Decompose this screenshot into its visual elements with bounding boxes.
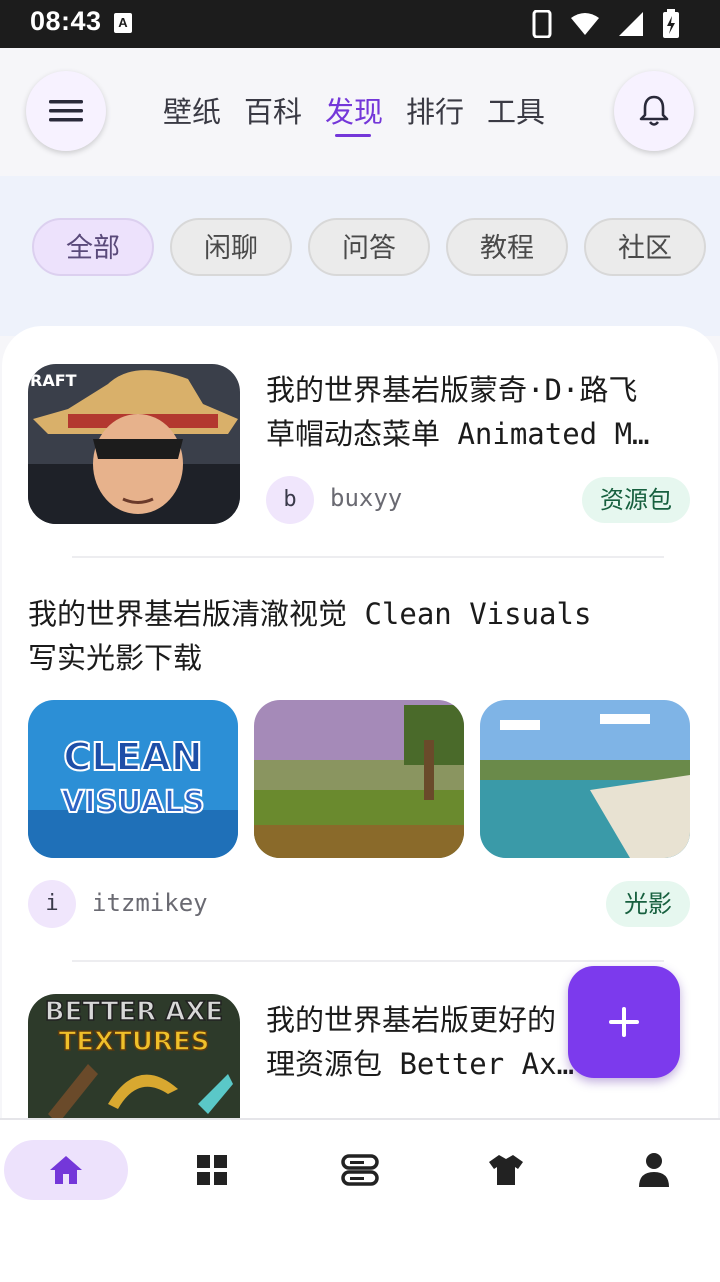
svg-text:CLEAN: CLEAN [63, 735, 202, 779]
category-badge: 资源包 [582, 477, 690, 523]
hamburger-icon [49, 100, 83, 122]
clean-visuals-image: CLEAN VISUALS [28, 700, 238, 858]
post-thumbnail[interactable]: BETTER AXE TEXTURES [28, 994, 240, 1126]
post-thumbnail[interactable]: RAFT [28, 364, 240, 524]
tab-discover[interactable]: 发现 [325, 89, 406, 137]
person-icon [639, 1153, 669, 1187]
active-tab-indicator [335, 134, 371, 137]
filter-chip-community[interactable]: 社区 [584, 218, 706, 276]
nav-categories[interactable] [150, 1140, 274, 1200]
author-name[interactable]: buxyy [330, 484, 402, 512]
water-landscape-image [480, 700, 690, 858]
status-time: 08:43 [30, 6, 102, 36]
filter-chip-all[interactable]: 全部 [32, 218, 154, 276]
svg-text:VISUALS: VISUALS [61, 785, 204, 820]
status-bar: 08:43 A [0, 0, 720, 48]
post-title[interactable]: 我的世界基岩版清澈视觉 Clean Visuals 写实光影下载 [28, 592, 698, 680]
tab-wiki[interactable]: 百科 [244, 89, 325, 133]
bottom-navigation [0, 1118, 720, 1282]
signal-icon [619, 12, 643, 36]
post-thumbnail[interactable] [254, 700, 464, 858]
vibrate-phone-icon [532, 10, 552, 38]
divider [72, 556, 664, 558]
landscape-image [254, 700, 464, 858]
notifications-button[interactable] [614, 71, 694, 151]
filter-chip-chat[interactable]: 闲聊 [170, 218, 292, 276]
luffy-image: RAFT [28, 364, 240, 524]
tab-tools[interactable]: 工具 [487, 89, 568, 133]
menu-button[interactable] [26, 71, 106, 151]
post-thumbnail[interactable]: CLEAN VISUALS [28, 700, 238, 858]
better-axe-image: BETTER AXE TEXTURES [28, 994, 240, 1126]
list-icon [341, 1154, 379, 1186]
shirt-icon [489, 1155, 523, 1185]
category-badge: 光影 [606, 881, 690, 927]
create-post-button[interactable] [568, 966, 680, 1078]
tab-ranking[interactable]: 排行 [406, 89, 487, 133]
avatar[interactable]: b [266, 476, 314, 524]
avatar[interactable]: i [28, 880, 76, 928]
home-icon [50, 1156, 82, 1184]
nav-home[interactable] [4, 1140, 128, 1200]
top-header: 壁纸 百科 发现 排行 工具 [0, 48, 720, 176]
nav-skins[interactable] [444, 1140, 568, 1200]
svg-text:BETTER AXE: BETTER AXE [45, 997, 223, 1027]
nav-list[interactable] [298, 1140, 422, 1200]
filter-chip-qa[interactable]: 问答 [308, 218, 430, 276]
battery-icon [663, 9, 679, 38]
nav-profile[interactable] [592, 1140, 716, 1200]
image-caption-text: RAFT [30, 371, 77, 390]
grid-icon [197, 1155, 227, 1185]
author-name[interactable]: itzmikey [92, 889, 208, 917]
filter-chip-tutorial[interactable]: 教程 [446, 218, 568, 276]
svg-text:TEXTURES: TEXTURES [59, 1027, 210, 1057]
notification-a-icon: A [114, 13, 132, 33]
top-tabs: 壁纸 百科 发现 排行 工具 [163, 89, 568, 137]
divider [72, 960, 664, 962]
post-title[interactable]: 我的世界基岩版蒙奇·D·路飞 草帽动态菜单 Animated M… [266, 368, 696, 456]
post-thumbnail[interactable] [480, 700, 690, 858]
tab-wallpaper[interactable]: 壁纸 [163, 89, 244, 133]
plus-icon [609, 1007, 639, 1037]
bell-icon [639, 95, 669, 126]
wifi-icon [571, 13, 599, 35]
